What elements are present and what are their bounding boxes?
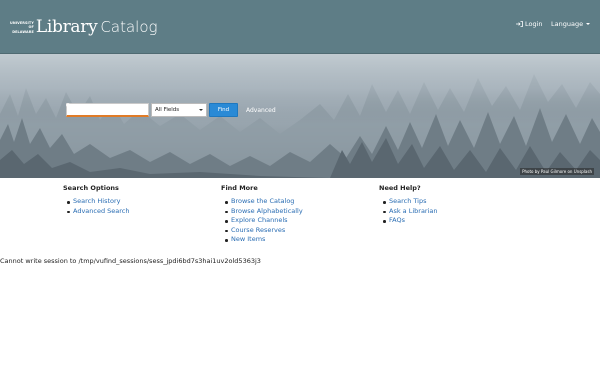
list-item-link[interactable]: Advanced Search xyxy=(67,207,130,217)
library-logo[interactable]: UNIVERSITY OF DELAWARE Library Catalog xyxy=(10,14,158,40)
search-type-value: All Fields xyxy=(155,107,180,113)
login-link[interactable]: Login xyxy=(516,20,543,28)
list-item-link[interactable]: Course Reserves xyxy=(225,226,303,236)
list-item-link[interactable]: Explore Channels xyxy=(225,216,303,226)
list-item-link[interactable]: New Items xyxy=(225,235,303,245)
photo-credit[interactable]: Photo by Paul Gilmore on Unsplash xyxy=(520,168,594,175)
list-item-link[interactable]: Browse the Catalog xyxy=(225,197,303,207)
column-heading: Need Help? xyxy=(379,184,421,192)
search-input[interactable] xyxy=(66,103,149,117)
logo-catalog-text: Catalog xyxy=(100,18,158,36)
find-label: Find xyxy=(217,107,230,113)
column-heading: Search Options xyxy=(63,184,119,192)
search-icon xyxy=(66,103,71,108)
site-header: UNIVERSITY OF DELAWARE Library Catalog L… xyxy=(0,0,600,54)
sign-in-icon xyxy=(516,21,523,27)
find-button[interactable]: Find xyxy=(66,103,238,117)
column-heading: Find More xyxy=(221,184,258,192)
search-bar: All Fields Find Advanced xyxy=(66,103,276,117)
logo-university-text: UNIVERSITY OF DELAWARE xyxy=(10,21,34,34)
search-options-column: Search Options Search History Advanced S… xyxy=(63,184,130,216)
logo-library-text: Library xyxy=(35,17,98,37)
hero-banner: All Fields Find Advanced Photo by Paul G… xyxy=(0,54,600,178)
list-item-link[interactable]: Search History xyxy=(67,197,130,207)
advanced-search-link[interactable]: Advanced xyxy=(246,107,276,114)
list-item-link[interactable]: Search Tips xyxy=(383,197,438,207)
login-label: Login xyxy=(525,20,543,28)
language-dropdown[interactable]: Language xyxy=(551,20,591,28)
list-item-link[interactable]: Ask a Librarian xyxy=(383,207,438,217)
list-item-link[interactable]: FAQs xyxy=(383,216,438,226)
find-more-column: Find More Browse the Catalog Browse Alph… xyxy=(221,184,303,245)
chevron-down-icon xyxy=(586,23,591,25)
need-help-column: Need Help? Search Tips Ask a Librarian F… xyxy=(379,184,438,226)
list-item-link[interactable]: Browse Alphabetically xyxy=(225,207,303,217)
search-type-select[interactable]: All Fields xyxy=(151,103,207,117)
language-label: Language xyxy=(551,20,584,28)
session-error-message: Cannot write session to /tmp/vufind_sess… xyxy=(0,257,261,265)
chevron-down-icon xyxy=(199,109,203,111)
